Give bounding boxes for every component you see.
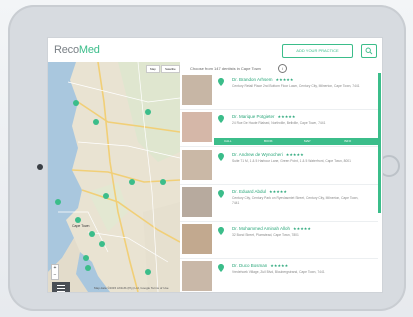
doctor-name[interactable]: Dr. Andrew de Wynocheri ★★★★★ <box>232 152 304 157</box>
doctor-photo <box>182 261 212 291</box>
map-attribution: Map data ©2015 AfriGIS (Pty) Ltd, Google… <box>94 286 169 290</box>
app-screen: RecoMed ADD YOUR PRACTICE Map Satellite … <box>48 38 382 292</box>
map-view[interactable]: Map Satellite Cape Town + − Map data ©20… <box>48 62 180 292</box>
doctor-photo <box>182 112 212 142</box>
rating-stars: ★★★★★ <box>275 77 294 82</box>
logo-text-reco: Reco <box>54 44 79 56</box>
map-city-label: Cape Town <box>72 224 90 228</box>
doctor-photo <box>182 75 212 105</box>
list-item[interactable]: Dr. Brandon Arhsem ★★★★★ Century Retail P… <box>180 73 378 110</box>
zoom-out-button[interactable]: − <box>52 272 58 279</box>
menu-button[interactable] <box>52 282 70 292</box>
rating-stars: ★★★★★ <box>270 263 289 268</box>
search-button[interactable] <box>361 44 377 58</box>
rating-stars: ★★★★★ <box>269 189 287 194</box>
hamburger-icon <box>57 285 65 286</box>
zoom-control[interactable]: + − <box>51 264 59 280</box>
doctor-address: 32 Bond Street, Plumstead, Cape Town, 78… <box>232 233 299 237</box>
map-tab-map[interactable]: Map <box>146 65 160 73</box>
list-item[interactable]: Dr. Marique Potgieter ★★★★★ 24 Rue De Hau… <box>180 110 378 147</box>
list-title: Choose from 147 dentists in Cape Town <box>190 66 261 71</box>
doctor-name[interactable]: Dr. Eduard Abdul ★★★★★ <box>232 189 287 194</box>
book-button[interactable]: BOOK <box>264 139 273 143</box>
map-pin-icon <box>218 190 224 198</box>
doctor-name[interactable]: Dr. Marique Potgieter ★★★★★ <box>232 114 295 119</box>
list-item[interactable]: Dr. Duco Bosman ★★★★★ Vredehoek Village, … <box>180 259 378 292</box>
doctor-address: Century City, Century Park on Ryevlasmie… <box>232 196 359 205</box>
doctor-address: Century Retail Place 2nd Bottom Floor La… <box>232 84 360 88</box>
info-button[interactable]: INFO <box>344 139 351 143</box>
map-pin-icon <box>218 264 224 272</box>
info-icon[interactable]: i <box>278 64 287 73</box>
zoom-in-button[interactable]: + <box>52 265 58 272</box>
map-pin-icon <box>218 153 224 161</box>
camera-icon <box>37 164 43 170</box>
doctor-name[interactable]: Dr. Duco Bosman ★★★★★ <box>232 263 288 268</box>
scrollbar[interactable] <box>378 73 381 213</box>
call-button[interactable]: CALL <box>224 139 232 143</box>
map-button[interactable]: MAP <box>304 139 311 143</box>
rating-stars: ★★★★★ <box>277 114 296 119</box>
map-pin-icon <box>218 227 224 235</box>
rating-stars: ★★★★★ <box>293 226 311 231</box>
doctor-address: 24 Rue De Haute Rialsed, Northville, Bel… <box>232 121 326 125</box>
doctor-address: Suite 71 M, 1 & 5 Harbour Lane, Green Po… <box>232 159 351 163</box>
map-pin-icon <box>218 78 224 86</box>
map-pin-icon <box>218 115 224 123</box>
logo[interactable]: RecoMed <box>54 44 100 56</box>
doctor-address: Vredehoek Village, Zuil Blvd, Bloubergst… <box>232 270 325 274</box>
list-item[interactable]: Dr. Mohammed Aminah Alloh ★★★★★ 32 Bond S… <box>180 222 378 259</box>
doctor-photo <box>182 224 212 254</box>
action-bar: CALL BOOK MAP INFO <box>214 138 378 145</box>
search-icon <box>365 47 373 55</box>
list-item[interactable]: Dr. Eduard Abdul ★★★★★ Century City, Cent… <box>180 185 378 222</box>
add-practice-button[interactable]: ADD YOUR PRACTICE <box>282 44 353 58</box>
doctor-name[interactable]: Dr. Mohammed Aminah Alloh ★★★★★ <box>232 226 311 231</box>
dentist-list: Choose from 147 dentists in Cape Town i … <box>180 62 382 292</box>
doctor-photo <box>182 187 212 217</box>
doctor-photo <box>182 150 212 180</box>
logo-text-med: Med <box>78 44 100 56</box>
app-header: RecoMed ADD YOUR PRACTICE <box>48 38 382 63</box>
rating-stars: ★★★★★ <box>285 152 304 157</box>
list-item[interactable]: Dr. Andrew de Wynocheri ★★★★★ Suite 71 M,… <box>180 148 378 185</box>
map-tab-satellite[interactable]: Satellite <box>161 65 180 73</box>
doctor-name[interactable]: Dr. Brandon Arhsem ★★★★★ <box>232 77 293 82</box>
map-canvas <box>48 62 180 292</box>
